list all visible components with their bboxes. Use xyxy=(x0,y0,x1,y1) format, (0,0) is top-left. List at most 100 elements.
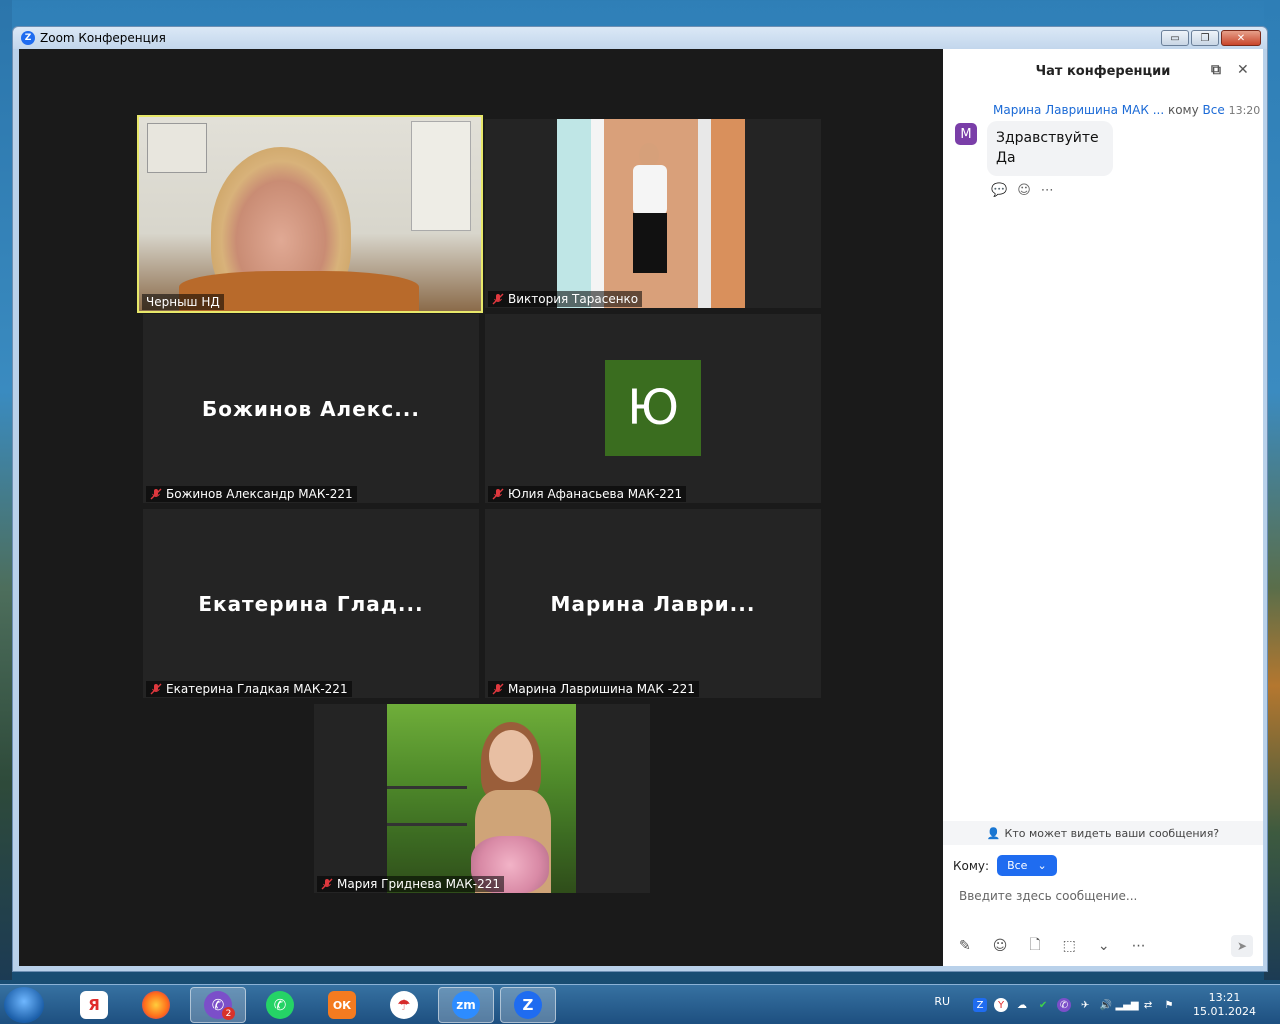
taskbar: Я ✆ 2 ✆ ОК ☂ zm Z RU Z Y ☁ ✔ ✆ ✈ 🔊 ▂▄▆ ⇄… xyxy=(0,984,1280,1024)
signal-icon[interactable]: ▂▄▆ xyxy=(1115,998,1138,1012)
participant-name-tag: Мария Гриднева МАК-221 xyxy=(317,876,504,892)
start-button[interactable] xyxy=(4,987,44,1023)
muted-mic-icon xyxy=(150,683,162,695)
zoom-meetings-icon[interactable]: zm xyxy=(438,987,494,1023)
security-tray-icon[interactable]: ✔ xyxy=(1036,998,1050,1012)
chat-header: Чат конференции ⧉ ✕ xyxy=(943,49,1263,93)
participant-video xyxy=(139,117,481,311)
message-time: 13:20 xyxy=(1228,104,1261,117)
close-button[interactable]: ✕ xyxy=(1221,30,1261,46)
participant-display-name: Марина Лаври... xyxy=(550,591,756,616)
format-icon[interactable]: ✎ xyxy=(959,938,971,954)
sender-name[interactable]: Марина Лавришина МАК ... xyxy=(993,103,1164,117)
video-gallery: Черныш НД Виктория Тарасенко Божинов Але… xyxy=(19,49,943,966)
recipient-value: Все xyxy=(1007,859,1028,872)
yandex-browser-icon[interactable]: Я xyxy=(66,987,122,1023)
screenshot-icon[interactable]: ⬚ xyxy=(1063,938,1076,954)
participant-display-name: Божинов Алекс... xyxy=(202,396,420,421)
recipient-dropdown[interactable]: Все ⌄ xyxy=(997,855,1057,876)
muted-mic-icon xyxy=(321,878,333,890)
restore-button[interactable]: ❐ xyxy=(1191,30,1219,46)
viber-tray-icon[interactable]: ✆ xyxy=(1057,998,1072,1012)
participant-name-tag: Екатерина Гладкая МАК-221 xyxy=(146,681,352,697)
window-titlebar[interactable]: Z Zoom Конференция ▭ ❐ ✕ xyxy=(13,27,1267,49)
participant-name: Черныш НД xyxy=(146,295,220,309)
reply-icon[interactable]: 💬 xyxy=(991,183,1007,198)
add-reaction-icon[interactable]: ☺ xyxy=(1017,183,1031,198)
window-body: Черныш НД Виктория Тарасенко Божинов Але… xyxy=(19,49,1263,966)
file-icon[interactable]: 🗋 xyxy=(1029,934,1040,958)
desktop-background-left xyxy=(0,0,12,980)
video-tile-bozhinov[interactable]: Божинов Алекс... Божинов Александр МАК-2… xyxy=(143,314,479,503)
close-icon[interactable]: ✕ xyxy=(1237,63,1251,77)
emoji-icon[interactable]: ☺ xyxy=(993,938,1008,954)
participant-name: Мария Гриднева МАК-221 xyxy=(337,877,500,891)
recipient-prefix: Кому: xyxy=(953,858,990,873)
video-tile-chernysh[interactable]: Черныш НД xyxy=(137,115,483,313)
participant-name: Виктория Тарасенко xyxy=(508,292,639,306)
video-tile-gridneva[interactable]: Мария Гриднева МАК-221 xyxy=(314,704,650,893)
message-actions: 💬 ☺ ⋯ xyxy=(991,183,1054,198)
zoom-window: Z Zoom Конференция ▭ ❐ ✕ Черныш НД Викто… xyxy=(12,26,1268,972)
participant-name: Божинов Александр МАК-221 xyxy=(166,487,353,501)
participant-name: Марина Лавришина МАК -221 xyxy=(508,682,695,696)
clock-date: 15.01.2024 xyxy=(1193,1005,1256,1018)
send-button[interactable]: ➤ xyxy=(1231,935,1253,957)
sync-tray-icon[interactable]: ⇄ xyxy=(1141,998,1155,1012)
whatsapp-icon[interactable]: ✆ xyxy=(252,987,308,1023)
odnoklassniki-icon[interactable]: ОК xyxy=(314,987,370,1023)
language-indicator[interactable]: RU xyxy=(934,995,950,1008)
participant-name-tag: Черныш НД xyxy=(142,294,224,310)
video-tile-lavrishina[interactable]: Марина Лаври... Марина Лавришина МАК -22… xyxy=(485,509,821,698)
system-tray: RU Z Y ☁ ✔ ✆ ✈ 🔊 ▂▄▆ ⇄ ⚑ 13:21 15.01.202… xyxy=(934,985,1268,1024)
zoom-tray-icon[interactable]: Z xyxy=(973,998,988,1012)
sender-avatar: M xyxy=(955,123,977,145)
participant-video xyxy=(557,119,745,308)
participant-avatar: Ю xyxy=(605,360,701,456)
participant-name-tag: Божинов Александр МАК-221 xyxy=(146,486,357,502)
who-can-see-text: Кто может видеть ваши сообщения? xyxy=(1004,826,1220,840)
recipient-row: Кому: Все ⌄ xyxy=(953,855,1057,876)
firefox-icon[interactable] xyxy=(128,987,184,1023)
umbrella-icon[interactable]: ☂ xyxy=(376,987,432,1023)
muted-mic-icon xyxy=(492,683,504,695)
window-title: Zoom Конференция xyxy=(40,31,166,45)
video-tile-tarasenko[interactable]: Виктория Тарасенко xyxy=(485,119,821,308)
message-input[interactable] xyxy=(959,889,1249,903)
chat-panel: Чат конференции ⧉ ✕ M Марина Лавришина М… xyxy=(943,49,1263,966)
network-tray-icon[interactable]: ☁ xyxy=(1015,998,1029,1012)
minimize-button[interactable]: ▭ xyxy=(1161,30,1189,46)
clock[interactable]: 13:21 15.01.2024 xyxy=(1193,991,1256,1019)
message-line: Да xyxy=(996,150,1016,166)
volume-icon[interactable]: 🔊 xyxy=(1099,998,1113,1012)
pop-out-icon[interactable]: ⧉ xyxy=(1211,63,1225,77)
muted-mic-icon xyxy=(150,488,162,500)
participant-name: Юлия Афанасьева МАК-221 xyxy=(508,487,683,501)
printer-tray-icon[interactable]: ✈ xyxy=(1078,998,1092,1012)
who-can-see-link[interactable]: 👤 Кто может видеть ваши сообщения? xyxy=(943,821,1263,845)
chevron-down-icon[interactable]: ⌄ xyxy=(1098,938,1110,954)
taskbar-apps: Я ✆ 2 ✆ ОК ☂ zm Z xyxy=(66,987,556,1023)
recipient-label: кому xyxy=(1167,103,1199,117)
clock-time: 13:21 xyxy=(1208,991,1241,1004)
muted-mic-icon xyxy=(492,293,504,305)
zoom-logo-icon: Z xyxy=(21,31,35,45)
notification-badge: 2 xyxy=(222,1007,235,1020)
participant-video xyxy=(387,704,576,893)
chat-toolbar: ✎ ☺ 🗋 ⬚ ⌄ ⋯ ➤ xyxy=(959,934,1253,958)
flag-icon[interactable]: ⚑ xyxy=(1162,998,1176,1012)
chat-title: Чат конференции xyxy=(1035,63,1171,79)
muted-mic-icon xyxy=(492,488,504,500)
zoom-icon[interactable]: Z xyxy=(500,987,556,1023)
recipient-name[interactable]: Все xyxy=(1203,103,1225,117)
more-options-icon[interactable]: ⋯ xyxy=(1041,183,1054,198)
video-tile-afanasyeva[interactable]: Ю Юлия Афанасьева МАК-221 xyxy=(485,314,821,503)
message-meta: Марина Лавришина МАК ... кому Все 13:20 xyxy=(993,103,1260,117)
video-tile-gladkaya[interactable]: Екатерина Глад... Екатерина Гладкая МАК-… xyxy=(143,509,479,698)
participant-name-tag: Юлия Афанасьева МАК-221 xyxy=(488,486,687,502)
viber-icon[interactable]: ✆ 2 xyxy=(190,987,246,1023)
message-line: Здравствуйте xyxy=(996,130,1099,146)
chevron-down-icon: ⌄ xyxy=(1037,859,1047,872)
more-icon[interactable]: ⋯ xyxy=(1132,938,1146,954)
yandex-tray-icon[interactable]: Y xyxy=(994,998,1009,1012)
